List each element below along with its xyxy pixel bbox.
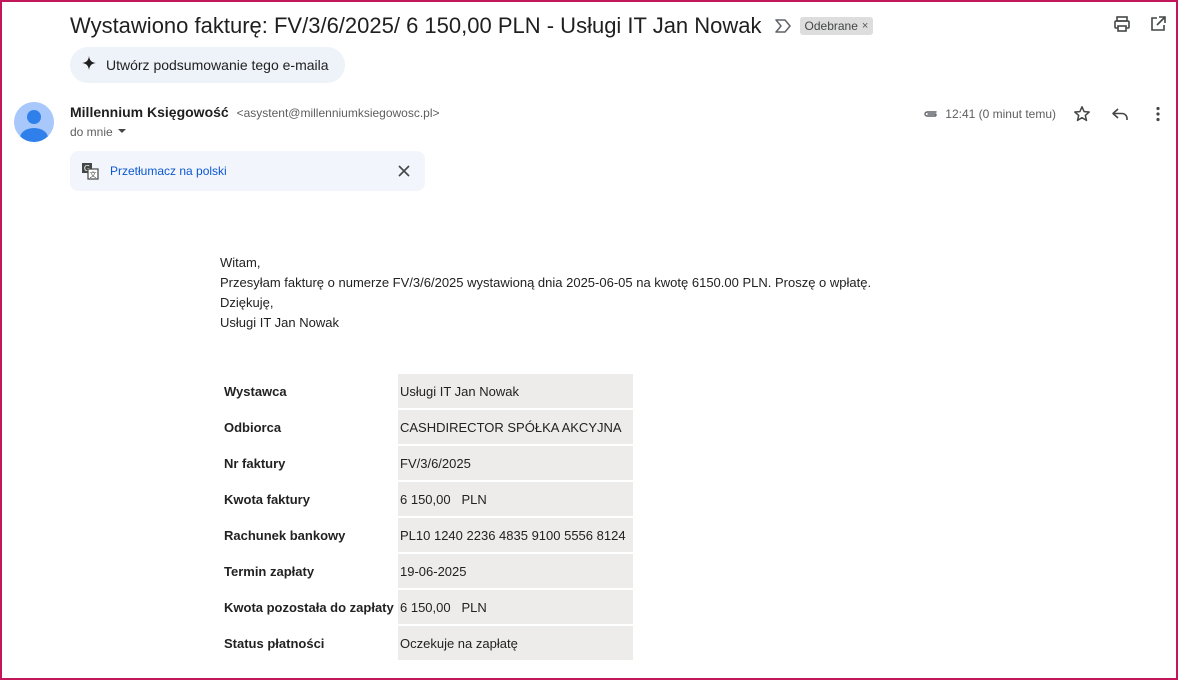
summarize-email-button[interactable]: Utwórz podsumowanie tego e-maila bbox=[70, 47, 345, 83]
table-row: Kwota faktury 6 150,00 PLN bbox=[220, 482, 633, 516]
invoice-key-amount: Kwota faktury bbox=[224, 491, 310, 507]
invoice-value-status: Oczekuje na zapłatę bbox=[398, 626, 633, 660]
sender-line: Millennium Księgowość <asystent@millenni… bbox=[70, 104, 440, 120]
invoice-key-remaining: Kwota pozostała do zapłaty bbox=[224, 599, 394, 615]
invoice-value-number: FV/3/6/2025 bbox=[398, 446, 633, 480]
body-greeting: Witam, bbox=[220, 255, 261, 270]
close-icon[interactable] bbox=[393, 160, 415, 182]
invoice-value-due-date: 19-06-2025 bbox=[398, 554, 633, 588]
table-row: Odbiorca CASHDIRECTOR SPÓŁKA AKCYJNA bbox=[220, 410, 633, 444]
invoice-key-issuer: Wystawca bbox=[224, 383, 287, 399]
star-icon[interactable] bbox=[1070, 102, 1094, 126]
table-row: Nr faktury FV/3/6/2025 bbox=[220, 446, 633, 480]
invoice-key-due-date: Termin zapłaty bbox=[224, 563, 315, 579]
top-actions bbox=[1110, 12, 1170, 36]
body-thanks: Dziękuję, bbox=[220, 295, 274, 310]
print-icon[interactable] bbox=[1110, 12, 1134, 36]
message-meta: 12:41 (0 minut temu) bbox=[923, 102, 1170, 126]
invoice-key-number: Nr faktury bbox=[224, 455, 286, 471]
translate-bar: G文 Przetłumacz na polski bbox=[70, 151, 425, 191]
open-in-new-window-icon[interactable] bbox=[1146, 12, 1170, 36]
more-vert-icon[interactable] bbox=[1146, 102, 1170, 126]
message-time: 12:41 (0 minut temu) bbox=[923, 107, 1056, 121]
invoice-key-bank-account: Rachunek bankowy bbox=[224, 527, 346, 543]
label-chip-odebrane[interactable]: Odebrane × bbox=[799, 17, 874, 35]
caret-down-icon bbox=[117, 125, 127, 139]
sender-email: <asystent@millenniumksiegowosc.pl> bbox=[236, 106, 440, 120]
label-chip-text: Odebrane bbox=[804, 19, 858, 33]
email-subject: Wystawiono fakturę: FV/3/6/2025/ 6 150,0… bbox=[70, 13, 762, 38]
reply-icon[interactable] bbox=[1108, 102, 1132, 126]
table-row: Status płatności Oczekuje na zapłatę bbox=[220, 626, 633, 660]
invoice-key-recipient: Odbiorca bbox=[224, 419, 282, 435]
table-row: Wystawca Usługi IT Jan Nowak bbox=[220, 374, 633, 408]
body-signature: Usługi IT Jan Nowak bbox=[220, 315, 339, 330]
summarize-email-label: Utwórz podsumowanie tego e-maila bbox=[106, 57, 329, 73]
svg-text:文: 文 bbox=[90, 170, 97, 179]
invoice-details-table: Wystawca Usługi IT Jan Nowak Odbiorca CA… bbox=[220, 372, 633, 662]
invoice-key-status: Status płatności bbox=[224, 635, 325, 651]
subject-row: Wystawiono fakturę: FV/3/6/2025/ 6 150,0… bbox=[70, 10, 874, 42]
sender-name[interactable]: Millennium Księgowość bbox=[70, 104, 229, 120]
message-time-text: 12:41 (0 minut temu) bbox=[945, 107, 1056, 121]
invoice-value-bank-account: PL10 1240 2236 4835 9100 5556 8124 bbox=[398, 518, 633, 552]
email-body: Witam, Przesyłam fakturę o numerze FV/3/… bbox=[220, 253, 871, 333]
default-avatar-icon[interactable] bbox=[14, 102, 54, 142]
translate-icon: G文 bbox=[80, 161, 100, 181]
invoice-value-issuer: Usługi IT Jan Nowak bbox=[398, 374, 633, 408]
label-important-icon[interactable] bbox=[774, 17, 792, 35]
table-row: Termin zapłaty 19-06-2025 bbox=[220, 554, 633, 588]
paperclip-icon bbox=[923, 109, 939, 119]
invoice-value-remaining: 6 150,00 PLN bbox=[398, 590, 633, 624]
recipient-dropdown[interactable]: do mnie bbox=[70, 125, 127, 139]
invoice-value-recipient: CASHDIRECTOR SPÓŁKA AKCYJNA bbox=[398, 410, 633, 444]
label-remove-icon[interactable]: × bbox=[862, 20, 868, 32]
recipient-label: do mnie bbox=[70, 125, 113, 139]
sparkle-icon bbox=[82, 56, 96, 74]
invoice-value-amount: 6 150,00 PLN bbox=[398, 482, 633, 516]
body-main-line: Przesyłam fakturę o numerze FV/3/6/2025 … bbox=[220, 275, 872, 290]
translate-link[interactable]: Przetłumacz na polski bbox=[110, 164, 227, 178]
table-row: Kwota pozostała do zapłaty 6 150,00 PLN bbox=[220, 590, 633, 624]
table-row: Rachunek bankowy PL10 1240 2236 4835 910… bbox=[220, 518, 633, 552]
